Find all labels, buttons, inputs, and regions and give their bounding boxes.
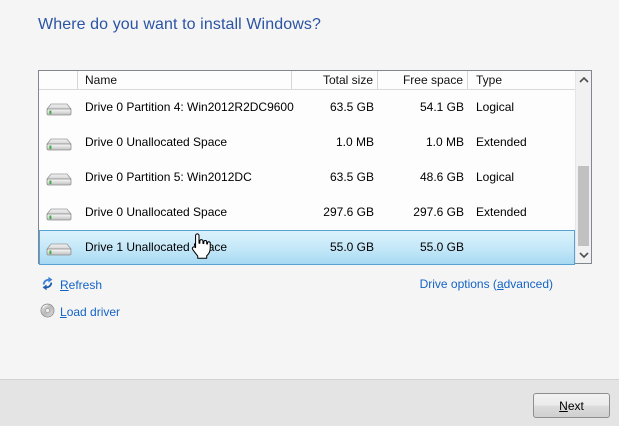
partition-total: 1.0 MB [292, 125, 378, 160]
vertical-scrollbar[interactable] [575, 71, 591, 263]
partition-type: Extended [468, 125, 575, 160]
refresh-icon [40, 276, 55, 294]
partition-name: Drive 1 Unallocated Space [78, 230, 292, 265]
table-row[interactable]: Drive 0 Unallocated Space 1.0 MB 1.0 MB … [39, 125, 575, 160]
partition-total: 55.0 GB [292, 230, 378, 265]
partition-list-header: Name Total size Free space Type [39, 71, 575, 90]
scrollbar-thumb[interactable] [578, 166, 589, 246]
partition-total: 63.5 GB [292, 160, 378, 195]
hard-drive-icon [39, 160, 78, 195]
column-header-free-space[interactable]: Free space [378, 71, 468, 89]
partition-type [468, 230, 575, 265]
partition-free: 54.1 GB [378, 90, 468, 125]
partition-type: Logical [468, 90, 575, 125]
partition-total: 297.6 GB [292, 195, 378, 230]
partition-type: Extended [468, 195, 575, 230]
hard-drive-icon [39, 195, 78, 230]
partition-list-body: Drive 0 Partition 4: Win2012R2DC9600 63.… [39, 90, 575, 265]
page-title: Where do you want to install Windows? [38, 16, 321, 34]
table-row[interactable]: Drive 0 Unallocated Space 297.6 GB 297.6… [39, 195, 575, 230]
column-header-name[interactable]: Name [78, 71, 292, 89]
partition-free: 297.6 GB [378, 195, 468, 230]
column-header-icon [39, 71, 78, 89]
partition-free: 55.0 GB [378, 230, 468, 265]
disc-icon [40, 303, 55, 321]
drive-options-advanced-link[interactable]: Drive options (advanced) [420, 277, 553, 291]
refresh-link[interactable]: Refresh [40, 276, 102, 294]
table-row[interactable]: Drive 0 Partition 4: Win2012R2DC9600 63.… [39, 90, 575, 125]
load-driver-label: Load driver [60, 305, 120, 319]
partition-free: 48.6 GB [378, 160, 468, 195]
partition-total: 63.5 GB [292, 90, 378, 125]
partition-name: Drive 0 Partition 5: Win2012DC [78, 160, 292, 195]
load-driver-link[interactable]: Load driver [40, 303, 120, 321]
column-header-type[interactable]: Type [468, 71, 575, 89]
table-row[interactable]: Drive 0 Partition 5: Win2012DC 63.5 GB 4… [39, 160, 575, 195]
column-header-total-size[interactable]: Total size [292, 71, 378, 89]
chevron-up-icon[interactable] [576, 71, 591, 88]
refresh-label: Refresh [60, 278, 102, 292]
hard-drive-icon [39, 125, 78, 160]
partition-name: Drive 0 Unallocated Space [78, 195, 292, 230]
hard-drive-icon [39, 230, 78, 265]
partition-type: Logical [468, 160, 575, 195]
windows-setup-install-location-screen: Where do you want to install Windows? Na… [0, 0, 619, 426]
next-button[interactable]: Next [533, 393, 610, 418]
partition-list: Name Total size Free space Type Drive 0 … [38, 70, 592, 264]
partition-name: Drive 0 Partition 4: Win2012R2DC9600 [78, 90, 292, 125]
wizard-footer: Next [0, 379, 619, 426]
hard-drive-icon [39, 90, 78, 125]
table-row-selected[interactable]: Drive 1 Unallocated Space 55.0 GB 55.0 G… [39, 230, 575, 265]
chevron-down-icon[interactable] [576, 246, 591, 263]
drive-options-label: Drive options (advanced) [420, 277, 553, 291]
partition-name: Drive 0 Unallocated Space [78, 125, 292, 160]
partition-free: 1.0 MB [378, 125, 468, 160]
